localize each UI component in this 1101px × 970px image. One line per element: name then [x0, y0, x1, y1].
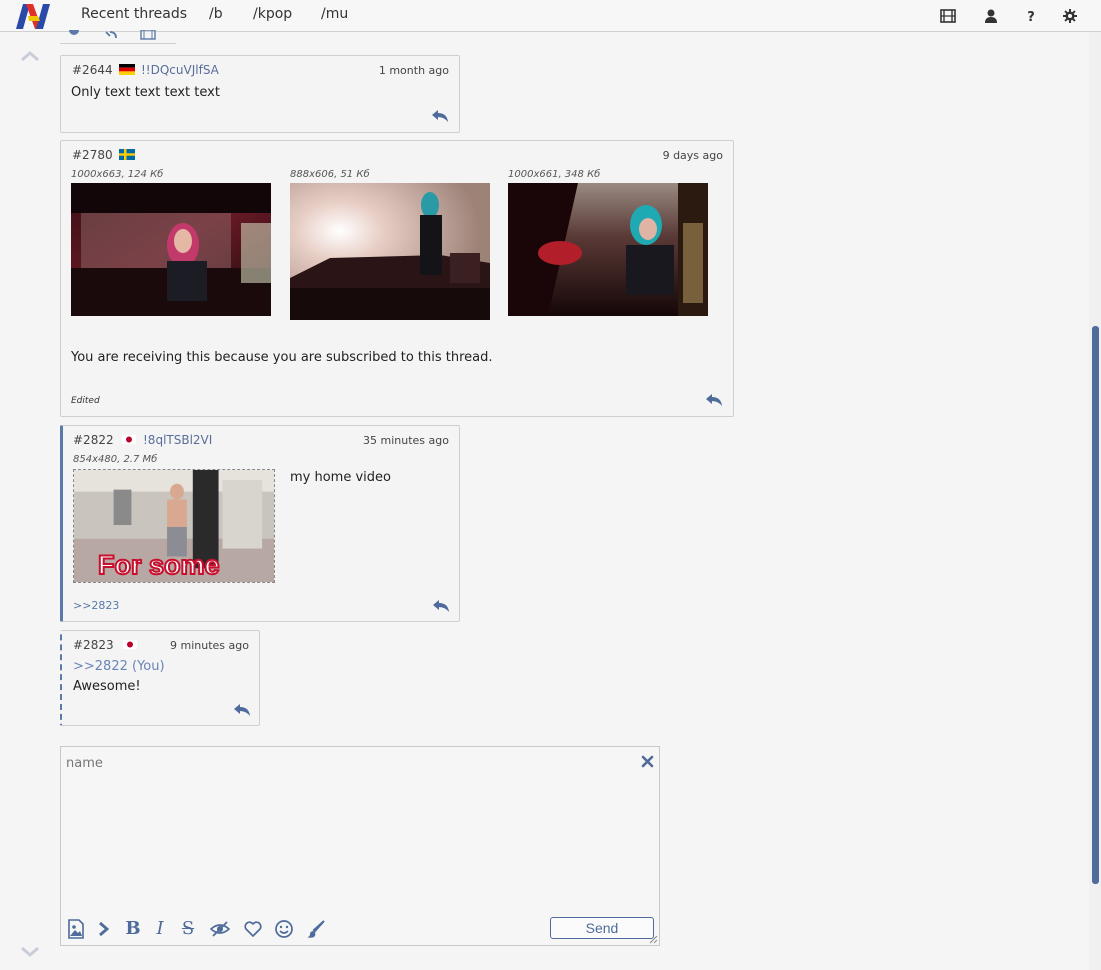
- nav-board-b[interactable]: /b: [209, 6, 223, 22]
- reply-icon[interactable]: [104, 30, 118, 38]
- brush-icon[interactable]: [306, 919, 326, 939]
- image-thumbnail[interactable]: [290, 183, 490, 320]
- scroll-up-icon[interactable]: [19, 48, 41, 62]
- previous-post-toolbar: [60, 30, 176, 44]
- image-thumbnail[interactable]: [71, 183, 271, 316]
- smiley-icon[interactable]: [274, 919, 294, 939]
- image-thumbnail[interactable]: [508, 183, 708, 316]
- video-thumbnail[interactable]: For some: [73, 469, 275, 583]
- svg-text:?: ?: [1027, 10, 1035, 24]
- video-icon[interactable]: [140, 30, 156, 40]
- gear-icon[interactable]: [1062, 8, 1078, 24]
- post-number[interactable]: #2780: [72, 148, 113, 162]
- post-number[interactable]: #2644: [72, 63, 113, 77]
- nav-board-mu[interactable]: /mu: [321, 6, 348, 22]
- spoiler-icon[interactable]: [68, 30, 80, 38]
- nav-board-kpop[interactable]: /kpop: [253, 6, 292, 22]
- flag-de-icon: [119, 64, 135, 75]
- backlink[interactable]: >>2823: [73, 599, 119, 612]
- resize-grip-icon[interactable]: [648, 934, 658, 944]
- post-2823: #2823 9 minutes ago >>2822 (You) Awesome…: [60, 630, 260, 726]
- reply-icon[interactable]: [705, 393, 723, 407]
- strikethrough-icon[interactable]: S: [178, 919, 198, 939]
- file-info: 888x606, 51 Кб: [290, 169, 370, 180]
- reply-form: B I S Send: [60, 746, 660, 946]
- name-input[interactable]: [66, 753, 626, 773]
- flag-jp-icon: [121, 434, 137, 445]
- edited-label: Edited: [71, 396, 100, 406]
- file-info: 1000x661, 348 Кб: [508, 169, 601, 180]
- italic-icon[interactable]: I: [150, 919, 170, 939]
- reply-icon[interactable]: [431, 109, 449, 123]
- post-number[interactable]: #2822: [73, 433, 114, 447]
- poster-tripcode: !8qlTSBl2VI: [143, 433, 213, 447]
- heart-icon[interactable]: [243, 919, 263, 939]
- nav-recent-threads[interactable]: Recent threads: [81, 6, 187, 22]
- logo[interactable]: [14, 2, 52, 30]
- message-textarea[interactable]: [66, 779, 654, 911]
- quote-link[interactable]: >>2822 (You): [73, 659, 165, 674]
- post-body: Only text text text text: [71, 85, 220, 100]
- send-button[interactable]: Send: [550, 917, 654, 939]
- video-caption: For some: [97, 549, 221, 581]
- file-info: 1000x663, 124 Кб: [71, 169, 164, 180]
- flag-jp-icon: [122, 639, 138, 650]
- spoiler-icon[interactable]: [210, 919, 230, 939]
- flag-se-icon: [119, 149, 135, 160]
- file-info: 854x480, 2.7 Мб: [73, 454, 158, 465]
- poster-tripcode: !!DQcuVJlfSA: [141, 63, 219, 77]
- scrollbar-thumb[interactable]: [1092, 326, 1099, 884]
- help-icon[interactable]: ?: [1023, 8, 1039, 24]
- image-upload-icon[interactable]: [66, 919, 86, 939]
- post-time: 9 days ago: [662, 149, 723, 162]
- post-body: You are receiving this because you are s…: [71, 350, 493, 365]
- post-2644: #2644 !!DQcuVJlfSA 1 month ago Only text…: [60, 55, 460, 133]
- header-bar: Recent threads /b /kpop /mu ?: [0, 0, 1101, 32]
- user-icon[interactable]: [983, 8, 999, 24]
- quote-arrow-icon[interactable]: [94, 919, 114, 939]
- post-time: 35 minutes ago: [363, 434, 449, 447]
- post-body: Awesome!: [73, 679, 141, 694]
- post-time: 1 month ago: [378, 64, 449, 77]
- close-icon[interactable]: [641, 755, 654, 768]
- post-2780: #2780 9 days ago 1000x663, 124 Кб 888x60…: [60, 140, 734, 417]
- post-2822: #2822 !8qlTSBl2VI 35 minutes ago 854x480…: [60, 425, 460, 622]
- bold-icon[interactable]: B: [123, 919, 143, 939]
- post-time: 9 minutes ago: [170, 639, 249, 652]
- video-icon[interactable]: [940, 8, 956, 24]
- reply-icon[interactable]: [233, 703, 251, 717]
- scroll-down-icon[interactable]: [19, 944, 41, 958]
- reply-icon[interactable]: [432, 599, 450, 613]
- post-body: my home video: [290, 470, 391, 485]
- post-number[interactable]: #2823: [73, 638, 114, 652]
